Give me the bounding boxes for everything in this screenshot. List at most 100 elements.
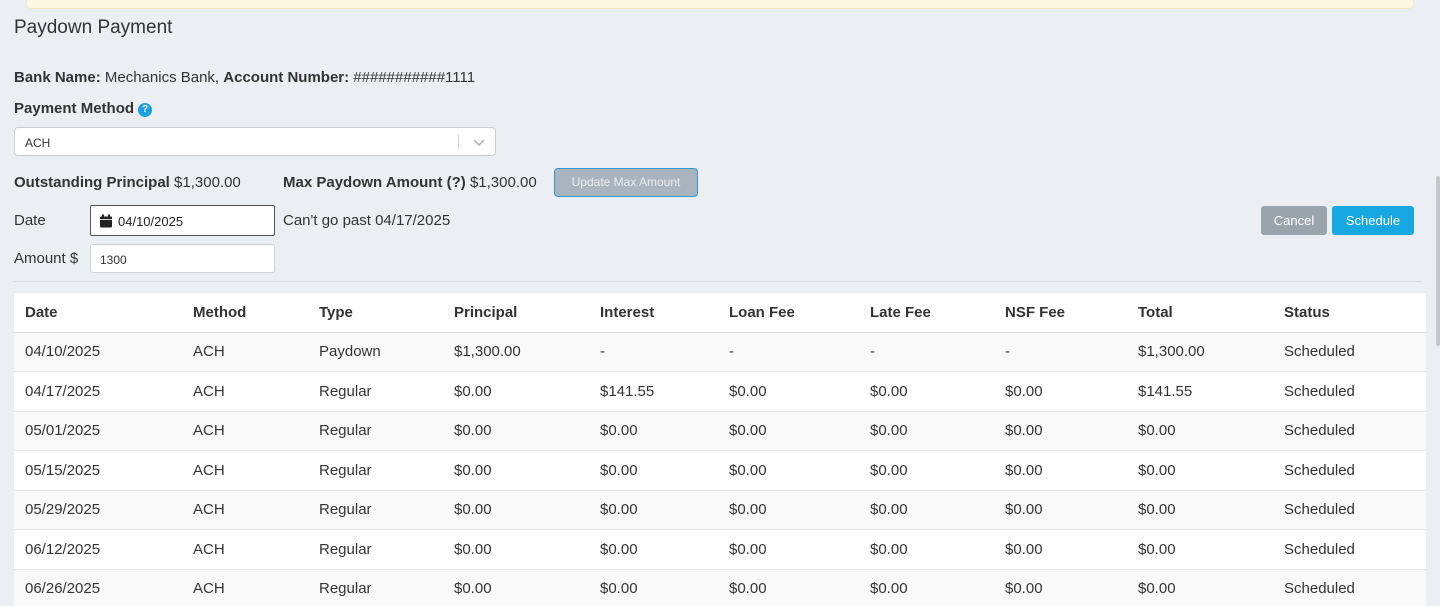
table-cell: $0.00 — [859, 490, 994, 530]
table-cell: Scheduled — [1273, 332, 1426, 372]
page-title: Paydown Payment — [14, 17, 173, 38]
table-cell: $0.00 — [859, 569, 994, 606]
table-cell: Regular — [308, 490, 443, 530]
column-header[interactable]: Method — [182, 293, 308, 333]
table-row[interactable]: 06/12/2025 ACH Regular $0.00 $0.00 $0.00 $0.00… — [14, 529, 1426, 570]
table-row[interactable]: 04/17/2025 ACH Regular $0.00 $141.55 $0.00 $0.… — [14, 371, 1426, 412]
column-header[interactable]: Loan Fee — [718, 293, 859, 333]
table-cell: $0.00 — [589, 490, 718, 530]
table-cell: $0.00 — [1127, 411, 1273, 451]
table-cell: $0.00 — [1127, 450, 1273, 491]
table-cell: $0.00 — [994, 411, 1127, 451]
column-header[interactable]: Date — [14, 293, 182, 333]
outstanding-principal-value: $1,300.00 — [174, 174, 241, 191]
page-scrollbar[interactable] — [1436, 176, 1440, 346]
table-cell: $0.00 — [589, 529, 718, 570]
table-cell: $1,300.00 — [1127, 332, 1273, 372]
table-cell: $0.00 — [718, 569, 859, 606]
account-number-value: ###########1111 — [353, 69, 476, 86]
max-paydown-amount: Max Paydown Amount (?) $1,300.00 — [283, 174, 537, 191]
outstanding-principal: Outstanding Principal $1,300.00 — [14, 174, 241, 191]
payment-schedule-table-wrapper: Date Method Type Principal Interest Loan… — [14, 293, 1426, 606]
table-row[interactable]: 06/26/2025 ACH Regular $0.00 $0.00 $0.00 $0.00… — [14, 569, 1426, 606]
table-cell: Scheduled — [1273, 371, 1426, 412]
table-cell: $0.00 — [589, 569, 718, 606]
table-cell: $0.00 — [718, 450, 859, 491]
table-cell: ACH — [182, 490, 308, 530]
table-cell: Regular — [308, 569, 443, 606]
schedule-button[interactable]: Schedule — [1332, 206, 1414, 235]
table-cell: 05/29/2025 — [14, 490, 182, 530]
select-separator — [458, 135, 459, 149]
table-cell: $0.00 — [589, 411, 718, 451]
max-paydown-value: $1,300.00 — [469, 174, 537, 191]
chevron-down-icon[interactable] — [471, 134, 487, 150]
table-cell: Scheduled — [1273, 529, 1426, 570]
table-cell: $0.00 — [1127, 490, 1273, 530]
table-cell: ACH — [182, 411, 308, 451]
table-cell: $0.00 — [994, 569, 1127, 606]
table-row[interactable]: 05/15/2025 ACH Regular $0.00 $0.00 $0.00 $0.00… — [14, 450, 1426, 491]
table-cell: - — [589, 332, 718, 372]
table-cell: Scheduled — [1273, 569, 1426, 606]
table-cell: $0.00 — [718, 490, 859, 530]
table-cell: $0.00 — [859, 371, 994, 412]
column-header[interactable]: Total — [1127, 293, 1273, 333]
table-cell: $141.55 — [1127, 371, 1273, 412]
calendar-icon — [100, 214, 112, 228]
column-header[interactable]: Status — [1273, 293, 1426, 333]
payment-method-label-row: Payment Method? — [14, 100, 153, 117]
date-limit-hint: Can't go past 04/17/2025 — [283, 212, 451, 229]
table-cell: Regular — [308, 450, 443, 491]
table-row[interactable]: 05/01/2025 ACH Regular $0.00 $0.00 $0.00 $0.00… — [14, 411, 1426, 451]
update-max-amount-button[interactable]: Update Max Amount — [554, 168, 698, 197]
column-header[interactable]: Type — [308, 293, 443, 333]
help-icon[interactable]: ? — [138, 103, 153, 117]
column-header[interactable]: Interest — [589, 293, 718, 333]
table-cell: 05/15/2025 — [14, 450, 182, 491]
divider — [14, 281, 1422, 282]
payment-schedule-table: Date Method Type Principal Interest Loan… — [14, 293, 1426, 606]
table-cell: $0.00 — [718, 371, 859, 412]
account-number-label: Account Number: — [223, 69, 350, 86]
payment-method-select[interactable]: ACH — [14, 127, 496, 156]
table-cell: $1,300.00 — [443, 332, 589, 372]
table-cell: $0.00 — [718, 411, 859, 451]
column-header[interactable]: Principal — [443, 293, 589, 333]
date-value: 04/10/2025 — [118, 214, 184, 229]
payment-method-selected: ACH — [25, 136, 51, 150]
table-cell: ACH — [182, 569, 308, 606]
table-cell: ACH — [182, 332, 308, 372]
table-cell: $0.00 — [994, 450, 1127, 491]
table-row[interactable]: 05/29/2025 ACH Regular $0.00 $0.00 $0.00 $0.00… — [14, 490, 1426, 530]
amount-input[interactable]: 1300 — [90, 244, 275, 273]
table-cell: $141.55 — [589, 371, 718, 412]
max-paydown-label[interactable]: Max Paydown Amount (?) — [283, 174, 466, 191]
date-label: Date — [14, 212, 46, 229]
bank-name-label: Bank Name: — [14, 69, 101, 86]
column-header[interactable]: Late Fee — [859, 293, 994, 333]
column-header[interactable]: NSF Fee — [994, 293, 1127, 333]
table-cell: $0.00 — [443, 411, 589, 451]
cancel-button[interactable]: Cancel — [1261, 206, 1327, 235]
table-row[interactable]: 04/10/2025 ACH Paydown $1,300.00- - - - $1,300.… — [14, 332, 1426, 372]
table-cell: - — [718, 332, 859, 372]
bank-info: Bank Name: Mechanics Bank, Account Numbe… — [14, 69, 475, 86]
table-cell: $0.00 — [443, 490, 589, 530]
table-cell: $0.00 — [859, 411, 994, 451]
table-cell: $0.00 — [589, 450, 718, 491]
table-cell: 06/26/2025 — [14, 569, 182, 606]
table-cell: Scheduled — [1273, 490, 1426, 530]
table-cell: ACH — [182, 529, 308, 570]
table-cell: - — [859, 332, 994, 372]
table-cell: $0.00 — [1127, 529, 1273, 570]
table-cell: 06/12/2025 — [14, 529, 182, 570]
date-input[interactable]: 04/10/2025 — [90, 205, 275, 236]
table-cell: Regular — [308, 529, 443, 570]
table-cell: $0.00 — [994, 529, 1127, 570]
table-cell: $0.00 — [443, 450, 589, 491]
table-cell: Scheduled — [1273, 411, 1426, 451]
table-cell: $0.00 — [1127, 569, 1273, 606]
table-cell: $0.00 — [443, 371, 589, 412]
payment-method-label: Payment Method — [14, 100, 135, 117]
